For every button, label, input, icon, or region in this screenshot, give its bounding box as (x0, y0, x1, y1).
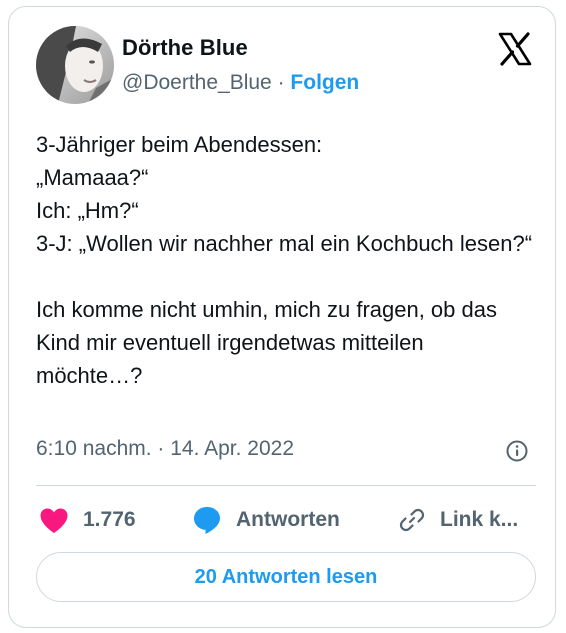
separator-dot: · (271, 71, 291, 94)
tweet-card: Dörthe Blue @Doerthe_Blue · Folgen 3-Jäh… (8, 6, 556, 628)
speech-bubble-icon (194, 507, 220, 534)
copy-link-label: Link k... (440, 508, 519, 531)
follow-button[interactable]: Folgen (290, 71, 359, 94)
heart-icon (40, 508, 68, 533)
x-logo-icon[interactable] (497, 31, 533, 67)
author-handle[interactable]: @Doerthe_Blue (122, 71, 272, 94)
like-count: 1.776 (83, 508, 136, 531)
copy-link-button[interactable]: Link k... (398, 504, 518, 536)
author-meta: @Doerthe_Blue · Folgen (122, 71, 359, 95)
divider (36, 485, 536, 486)
read-replies-label: 20 Antworten lesen (194, 565, 378, 588)
reply-label: Antworten (236, 508, 340, 531)
tweet-text: 3-Jähriger beim Abendessen: „Mamaaa?“ Ic… (36, 132, 533, 388)
author-name[interactable]: Dörthe Blue (122, 35, 248, 61)
link-icon (399, 508, 425, 532)
info-icon[interactable] (506, 440, 528, 462)
read-replies-button[interactable]: 20 Antworten lesen (36, 552, 536, 602)
tweet-timestamp[interactable]: 6:10 nachm. · 14. Apr. 2022 (36, 437, 294, 461)
avatar[interactable] (36, 26, 114, 104)
like-button[interactable]: 1.776 (39, 504, 136, 536)
reply-button[interactable]: Antworten (192, 504, 340, 536)
